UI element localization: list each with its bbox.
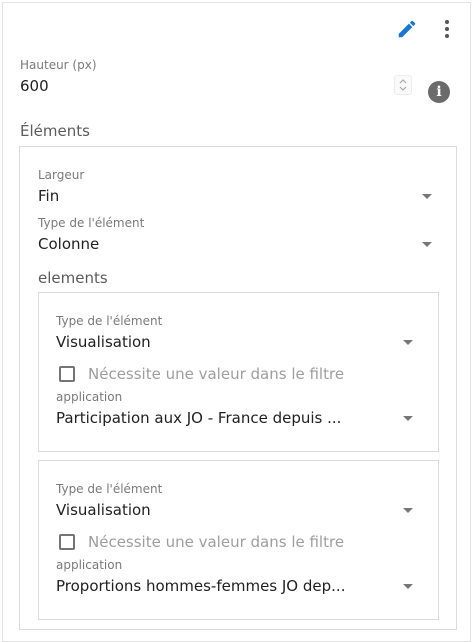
filter-required-checkbox[interactable]	[59, 534, 75, 550]
application-select[interactable]: Participation aux JO - France depuis ...	[56, 409, 341, 427]
element-type-label: Type de l'élément	[38, 216, 145, 230]
chevron-down-icon[interactable]	[403, 508, 413, 513]
filter-required-checkbox[interactable]	[59, 366, 75, 382]
application-select[interactable]: Proportions hommes-femmes JO dep...	[56, 577, 345, 595]
height-input[interactable]: 600	[20, 77, 49, 95]
item-type-select[interactable]: Visualisation	[56, 501, 151, 519]
more-vertical-icon[interactable]	[437, 17, 457, 41]
pencil-icon[interactable]	[396, 18, 418, 40]
item-type-label: Type de l'élément	[56, 482, 163, 496]
chevron-down-icon[interactable]	[403, 340, 413, 345]
element-type-select[interactable]: Colonne	[38, 235, 99, 253]
width-label: Largeur	[38, 168, 85, 182]
chevron-down-icon[interactable]	[422, 194, 432, 199]
info-icon[interactable]: i	[428, 81, 450, 103]
elements-section-title: Éléments	[20, 122, 90, 140]
item-type-label: Type de l'élément	[56, 314, 163, 328]
chevron-down-icon[interactable]	[403, 416, 413, 421]
filter-required-label: Nécessite une valeur dans le filtre	[88, 365, 345, 383]
height-label: Hauteur (px)	[20, 58, 97, 72]
application-label: application	[56, 390, 123, 404]
application-label: application	[56, 558, 123, 572]
chevron-down-icon[interactable]	[403, 584, 413, 589]
elements-subtitle: elements	[38, 269, 108, 287]
chevron-down-icon[interactable]	[422, 242, 432, 247]
filter-required-label: Nécessite une valeur dans le filtre	[88, 533, 345, 551]
number-stepper[interactable]	[394, 75, 412, 95]
width-select[interactable]: Fin	[38, 187, 59, 205]
item-type-select[interactable]: Visualisation	[56, 333, 151, 351]
